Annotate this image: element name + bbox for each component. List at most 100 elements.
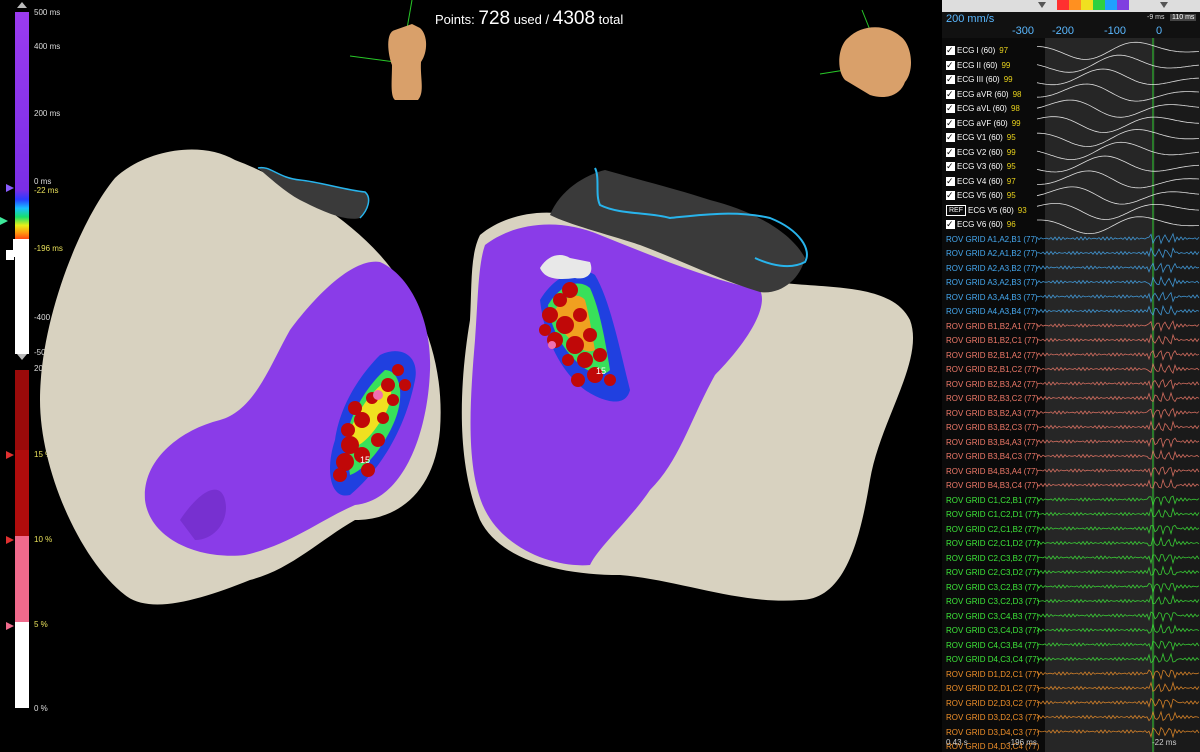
- channel-row[interactable]: ECG I (60)97: [946, 43, 1008, 58]
- channel-checkbox[interactable]: [946, 87, 955, 101]
- channel-row[interactable]: ROV GRID C3,C4,B3 (77): [946, 610, 1039, 624]
- channel-value: 97: [1006, 176, 1016, 186]
- pink-point-right[interactable]: [548, 341, 556, 349]
- channel-row[interactable]: ROV GRID C3,C4,D3 (77): [946, 624, 1039, 638]
- color-swatch-orange: [1069, 0, 1081, 10]
- channel-label: ECG V3 (60): [957, 162, 1003, 171]
- channel-checkbox[interactable]: [946, 72, 955, 86]
- channel-row[interactable]: ECG II (60)99: [946, 58, 1010, 73]
- heart-chamber-left-view[interactable]: [40, 149, 441, 605]
- channel-label: ECG I (60): [957, 46, 996, 55]
- channel-row[interactable]: ROV GRID B2,B3,A2 (77): [946, 378, 1038, 392]
- time-scale-row[interactable]: 200 mm/s -300 -200 -100 0 -9 ms 110 ms: [942, 12, 1200, 38]
- channel-row[interactable]: ROV GRID D2,D3,C2 (77): [946, 697, 1039, 711]
- channel-row[interactable]: ROV GRID D2,D1,C2 (77): [946, 682, 1039, 696]
- channel-label: ECG aVF (60): [957, 118, 1008, 128]
- channel-row[interactable]: ECG V3 (60)95: [946, 159, 1016, 174]
- channel-label: ECG V4 (60): [957, 176, 1003, 186]
- window-start-caret-icon[interactable]: [1038, 2, 1046, 8]
- channel-label: ECG V5 (60): [968, 205, 1014, 215]
- channel-checkbox[interactable]: [946, 43, 955, 57]
- channel-row[interactable]: ROV GRID B2,B1,A2 (77): [946, 349, 1038, 363]
- channel-row[interactable]: ROV GRID C4,C3,B4 (77): [946, 639, 1039, 653]
- channel-trace: [1037, 170, 1200, 189]
- channel-checkbox[interactable]: [946, 159, 955, 173]
- channel-row[interactable]: ROV GRID C3,C2,B3 (77): [946, 581, 1039, 595]
- channel-checkbox[interactable]: [946, 58, 955, 72]
- pink-point-left[interactable]: [373, 390, 383, 400]
- channel-row[interactable]: ECG V2 (60)99: [946, 145, 1016, 160]
- channel-row[interactable]: ROV GRID A3,A2,B3 (77): [946, 276, 1038, 290]
- channel-checkbox[interactable]: [946, 145, 955, 159]
- channel-trace: [1036, 726, 1200, 738]
- channel-row[interactable]: ROV GRID D4,C3,C4 (77): [946, 653, 1039, 667]
- channel-row[interactable]: ROV GRID C2,C1,B2 (77): [946, 523, 1039, 537]
- channel-row[interactable]: REF ECG V5 (60) 93: [946, 204, 1027, 218]
- channel-row[interactable]: ROV GRID C2,C1,D2 (77): [946, 537, 1039, 551]
- channel-row[interactable]: ROV GRID A4,A3,B4 (77): [946, 305, 1038, 319]
- channel-row[interactable]: ROV GRID A1,A2,B1 (77): [946, 233, 1038, 247]
- channel-row[interactable]: ROV GRID B2,B3,C2 (77): [946, 392, 1038, 406]
- channel-row[interactable]: ROV GRID C2,C3,B2 (77): [946, 552, 1039, 566]
- channel-row[interactable]: ECG V5 (60)95: [946, 188, 1016, 203]
- window-left-readout: -9 ms: [1147, 14, 1165, 21]
- channel-row[interactable]: ROV GRID C2,C3,D2 (77): [946, 566, 1039, 580]
- channel-row[interactable]: ECG aVR (60)98: [946, 87, 1021, 102]
- channel-row[interactable]: ROV GRID C3,C2,D3 (77): [946, 595, 1039, 609]
- channel-row[interactable]: ROV GRID B3,B4,C3 (77): [946, 450, 1038, 464]
- channel-row[interactable]: ROV GRID B3,B4,A3 (77): [946, 436, 1038, 450]
- channel-row[interactable]: ROV GRID D1,D2,C1 (77): [946, 668, 1039, 682]
- orientation-torso-left[interactable]: [349, 0, 427, 100]
- color-swatch-purple: [1117, 0, 1129, 10]
- channel-label: ECG V1 (60): [957, 133, 1003, 142]
- channel-row[interactable]: ROV GRID B4,B3,A4 (77): [946, 465, 1038, 479]
- channel-label: ROV GRID B3,B2,C3 (77): [946, 423, 1039, 432]
- reference-badge[interactable]: REF: [946, 204, 966, 216]
- channel-trace: [1036, 495, 1200, 507]
- channel-row[interactable]: ROV GRID B4,B3,C4 (77): [946, 479, 1038, 493]
- channel-checkbox[interactable]: [946, 116, 955, 130]
- channel-label: ROV GRID C1,C2,D1 (77): [946, 510, 1040, 519]
- channel-row[interactable]: ROV GRID C1,C2,D1 (77): [946, 508, 1039, 522]
- channel-checkbox[interactable]: [946, 101, 955, 115]
- channel-trace: [1036, 116, 1200, 133]
- channel-row[interactable]: ROV GRID B1,B2,A1 (77): [946, 320, 1038, 334]
- channel-trace: [1036, 362, 1200, 375]
- channel-label: ROV GRID C3,C4,B3 (77): [946, 611, 1039, 621]
- channel-label: ROV GRID C3,C2,D3 (77): [946, 597, 1040, 606]
- channel-row[interactable]: ROV GRID A2,A1,B2 (77): [946, 247, 1038, 261]
- channel-row[interactable]: ROV GRID B3,B2,A3 (77): [946, 407, 1038, 421]
- channel-row[interactable]: ROV GRID C1,C2,B1 (77): [946, 494, 1039, 508]
- anatomy-3d-viewport[interactable]: 15 15: [0, 0, 942, 752]
- channel-value: 99: [1011, 118, 1021, 128]
- orientation-torso-right[interactable]: [819, 9, 912, 98]
- channel-row[interactable]: ROV GRID B2,B1,C2 (77): [946, 363, 1038, 377]
- footer-duration: 0.43 s: [946, 738, 968, 747]
- window-end-caret-icon[interactable]: [1160, 2, 1168, 8]
- channel-checkbox[interactable]: [946, 130, 955, 144]
- channel-trace: [1036, 262, 1200, 274]
- channel-row[interactable]: ECG aVL (60)98: [946, 101, 1020, 116]
- panel-toolbar[interactable]: [942, 0, 1200, 12]
- channel-row[interactable]: ECG V1 (60)95: [946, 130, 1016, 145]
- channel-checkbox[interactable]: [946, 188, 955, 202]
- channel-row[interactable]: ECG V6 (60)96: [946, 217, 1016, 232]
- channel-row[interactable]: ROV GRID D3,D2,C3 (77): [946, 711, 1039, 725]
- channel-row[interactable]: ECG aVF (60)99: [946, 116, 1021, 131]
- channel-label: ROV GRID C2,C3,B2 (77): [946, 553, 1039, 563]
- heart-chamber-right-view[interactable]: [461, 212, 914, 601]
- channel-row[interactable]: ROV GRID B3,B2,C3 (77): [946, 421, 1038, 435]
- channel-row[interactable]: ROV GRID A3,A4,B3 (77): [946, 291, 1038, 305]
- channel-row[interactable]: ECG V4 (60)97: [946, 174, 1016, 189]
- channel-trace: [1036, 320, 1200, 332]
- signal-panel[interactable]: 200 mm/s -300 -200 -100 0 -9 ms 110 ms E…: [942, 0, 1200, 752]
- channel-label: ECG III (60): [957, 75, 1000, 84]
- channel-row[interactable]: ROV GRID B1,B2,C1 (77): [946, 334, 1038, 348]
- channel-trace: [1036, 391, 1200, 403]
- sweep-speed[interactable]: 200 mm/s: [946, 13, 994, 25]
- channel-label: ECG aVL (60): [957, 104, 1007, 113]
- channel-row[interactable]: ROV GRID A2,A3,B2 (77): [946, 262, 1038, 276]
- channel-checkbox[interactable]: [946, 217, 955, 231]
- channel-row[interactable]: ECG III (60)99: [946, 72, 1013, 87]
- channel-checkbox[interactable]: [946, 174, 955, 188]
